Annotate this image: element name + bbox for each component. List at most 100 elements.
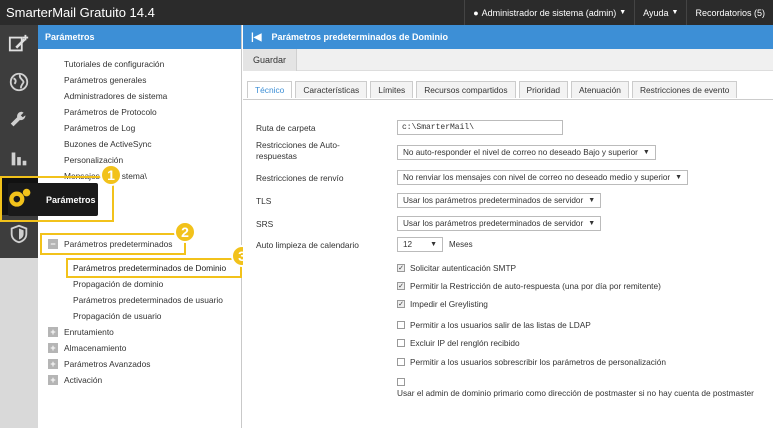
sidebar-item[interactable]: Administradores de sistema (64, 91, 167, 101)
toolbar: Guardar (243, 48, 773, 71)
forward-select[interactable]: No renviar los mensajes con nivel de cor… (397, 170, 689, 185)
chevron-down-icon: ▼ (619, 9, 627, 16)
sidebar-item[interactable]: Tutoriales de configuración (64, 59, 164, 69)
tls-label: TLS (256, 196, 272, 206)
sidebar-item[interactable]: Buzones de ActiveSync (64, 139, 152, 149)
chevron-down-icon: ▼ (671, 9, 679, 16)
sidebar-group-label: Enrutamiento (64, 327, 114, 337)
sidebar-item[interactable]: Parámetros de Log (64, 123, 135, 133)
checkbox[interactable]: ✓ (397, 264, 405, 272)
checkbox-row[interactable]: ✓ Permitir la Restricción de auto-respue… (397, 281, 661, 291)
chevron-down-icon: ▼ (675, 174, 683, 181)
reports-icon[interactable] (0, 139, 38, 177)
collapse-panel-icon[interactable]: |◀ (251, 32, 262, 43)
tab-technical[interactable]: Técnico (247, 81, 293, 98)
autoresponder-restrictions-label: Restricciones de Auto-respuestas (256, 140, 340, 161)
left-rail (0, 25, 38, 428)
sidebar-item[interactable]: Parámetros de Protocolo (64, 107, 157, 117)
sidebar-item[interactable]: Parámetros generales (64, 75, 146, 85)
tab-priority[interactable]: Prioridad (518, 81, 569, 98)
rail-filler (0, 258, 38, 428)
checkbox[interactable] (397, 321, 405, 329)
checkbox-row[interactable]: ✓ Solicitar autenticación SMTP (397, 263, 516, 273)
sidebar-group-label: Parámetros Avanzados (64, 359, 151, 369)
folder-path-label: Ruta de carpeta (256, 123, 316, 133)
sidebar-subitem[interactable]: Propagación de usuario (73, 311, 161, 321)
page-title: Parámetros predeterminados de Dominio (271, 32, 449, 42)
forward-value: No renviar los mensajes con nivel de cor… (403, 173, 671, 182)
compose-icon[interactable] (0, 25, 38, 63)
checkbox[interactable] (397, 358, 405, 366)
checkbox-row[interactable]: Permitir a los usuarios salir de las lis… (397, 320, 591, 330)
tab-limits[interactable]: Límites (370, 81, 414, 98)
user-menu[interactable]: ● Administrador de sistema (admin) ▼ (464, 0, 634, 25)
reminders-button[interactable]: Recordatorios (5) (686, 0, 773, 25)
checkbox[interactable]: ✓ (397, 282, 405, 290)
autoresponder-select[interactable]: No auto-responder el nivel de correo no … (397, 145, 656, 160)
checkbox-label: Permitir a los usuarios sobrescribir los… (410, 357, 666, 367)
top-bar: SmarterMail Gratuito 14.4 ● Administrado… (0, 0, 773, 25)
sidebar-group[interactable]: + Enrutamiento (48, 327, 114, 337)
checkbox-row[interactable]: Excluir IP del renglón recibido (397, 338, 520, 348)
reminders-label: Recordatorios (5) (695, 7, 765, 18)
checkbox-row[interactable]: Permitir a los usuarios sobrescribir los… (397, 357, 666, 367)
sidebar-group[interactable]: + Activación (48, 375, 102, 385)
chevron-down-icon: ▼ (430, 241, 437, 248)
expand-icon[interactable]: + (48, 343, 58, 353)
checkbox-label: Solicitar autenticación SMTP (410, 263, 517, 273)
calendar-cleanup-label: Auto limpieza de calendario (256, 240, 359, 250)
app-title: SmarterMail Gratuito 14.4 (6, 5, 155, 20)
main-panel: |◀ Parámetros predeterminados de Dominio… (243, 25, 773, 428)
user-menu-label: Administrador de sistema (admin) (481, 7, 617, 18)
sidebar-group[interactable]: + Parámetros Avanzados (48, 359, 150, 369)
step-badge-2: 2 (174, 221, 196, 243)
tab-shared-resources[interactable]: Recursos compartidos (416, 81, 516, 98)
tab-divider (243, 99, 773, 100)
wrench-icon[interactable] (0, 101, 38, 139)
user-icon: ● (473, 7, 479, 18)
globe-icon[interactable] (0, 63, 38, 101)
tls-field: Usar los parámetros predeterminados de s… (397, 193, 602, 208)
calendar-cleanup-unit: Meses (449, 240, 473, 249)
tls-select[interactable]: Usar los parámetros predeterminados de s… (397, 193, 602, 208)
highlight-box-2 (40, 233, 186, 255)
step-badge-1: 1 (100, 164, 122, 186)
autoresponder-value: No auto-responder el nivel de correo no … (403, 148, 638, 157)
srs-label: SRS (256, 219, 274, 229)
folder-path-input[interactable]: c:\SmarterMail\ (397, 120, 563, 135)
calendar-cleanup-select[interactable]: 12 ▼ (397, 237, 443, 252)
expand-icon[interactable]: + (48, 375, 58, 385)
checkbox[interactable] (397, 378, 405, 386)
srs-select[interactable]: Usar los parámetros predeterminados de s… (397, 216, 602, 231)
sidebar-subitem[interactable]: Propagación de dominio (73, 279, 163, 289)
expand-icon[interactable]: + (48, 327, 58, 337)
sidebar-group[interactable]: + Almacenamiento (48, 343, 126, 353)
main-header: |◀ Parámetros predeterminados de Dominio (243, 25, 773, 49)
help-menu[interactable]: Ayuda ▼ (634, 0, 686, 25)
checkbox[interactable] (397, 339, 405, 347)
checkbox-label: Excluir IP del renglón recibido (410, 338, 520, 348)
sidebar-title: Parámetros (38, 25, 241, 49)
highlight-box-3 (66, 258, 242, 278)
tls-value: Usar los parámetros predeterminados de s… (403, 196, 584, 205)
sidebar-group-label: Almacenamiento (64, 343, 127, 353)
checkbox[interactable]: ✓ (397, 300, 405, 308)
tab-throttling[interactable]: Atenuación (571, 81, 629, 98)
tab-features[interactable]: Características (295, 81, 368, 98)
srs-field: Usar los parámetros predeterminados de s… (397, 216, 602, 231)
settings-sidebar: Parámetros Tutoriales de configuración P… (38, 25, 242, 428)
sidebar-subitem[interactable]: Parámetros predeterminados de usuario (73, 295, 223, 305)
checkbox-row[interactable]: ✓ Impedir el Greylisting (397, 299, 488, 309)
checkbox-row[interactable]: Usar el admin de dominio primario como d… (397, 377, 757, 400)
sidebar-group-label: Activación (64, 375, 103, 385)
checkbox-label: Permitir a los usuarios salir de las lis… (410, 320, 591, 330)
chevron-down-icon: ▼ (588, 197, 596, 204)
tab-event-restrictions[interactable]: Restricciones de evento (631, 81, 738, 98)
calendar-cleanup-value: 12 (403, 240, 413, 249)
help-menu-label: Ayuda (643, 7, 669, 18)
save-button[interactable]: Guardar (243, 48, 298, 71)
highlight-box-1 (0, 176, 114, 222)
expand-icon[interactable]: + (48, 359, 58, 369)
forward-restrictions-label: Restricciones de renvío (256, 173, 344, 183)
chevron-down-icon: ▼ (642, 149, 650, 156)
